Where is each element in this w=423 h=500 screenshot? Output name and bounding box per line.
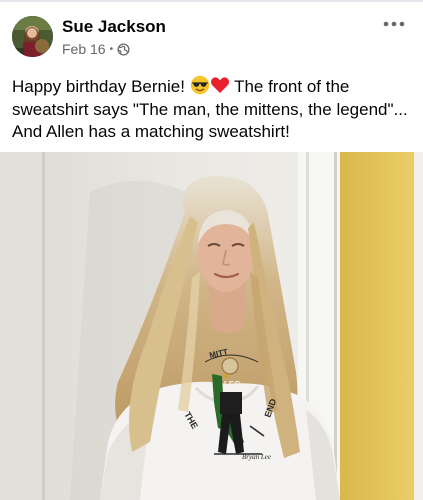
author-name[interactable]: Sue Jackson — [62, 17, 166, 37]
photo-image: MITT THE LEG END Bryan Lee — [0, 152, 423, 500]
more-options-icon[interactable] — [381, 14, 407, 34]
post-meta: Feb 16 • — [62, 41, 130, 57]
sweatshirt-text-center: LEG — [224, 380, 240, 389]
post-photo[interactable]: MITT THE LEG END Bryan Lee — [0, 152, 423, 500]
sunglasses-emoji — [190, 75, 210, 95]
sweatshirt-signature: Bryan Lee — [242, 453, 271, 461]
post-date[interactable]: Feb 16 — [62, 41, 106, 57]
avatar-image — [12, 16, 53, 57]
globe-icon[interactable] — [117, 42, 130, 56]
post-text: Happy birthday Bernie! The front of the … — [12, 75, 416, 144]
meta-separator: • — [109, 43, 114, 55]
red-heart-emoji — [210, 75, 230, 95]
post-header: Sue Jackson Feb 16 • — [0, 0, 423, 70]
post-text-part1: Happy birthday Bernie! — [12, 77, 190, 96]
avatar[interactable] — [12, 16, 53, 57]
